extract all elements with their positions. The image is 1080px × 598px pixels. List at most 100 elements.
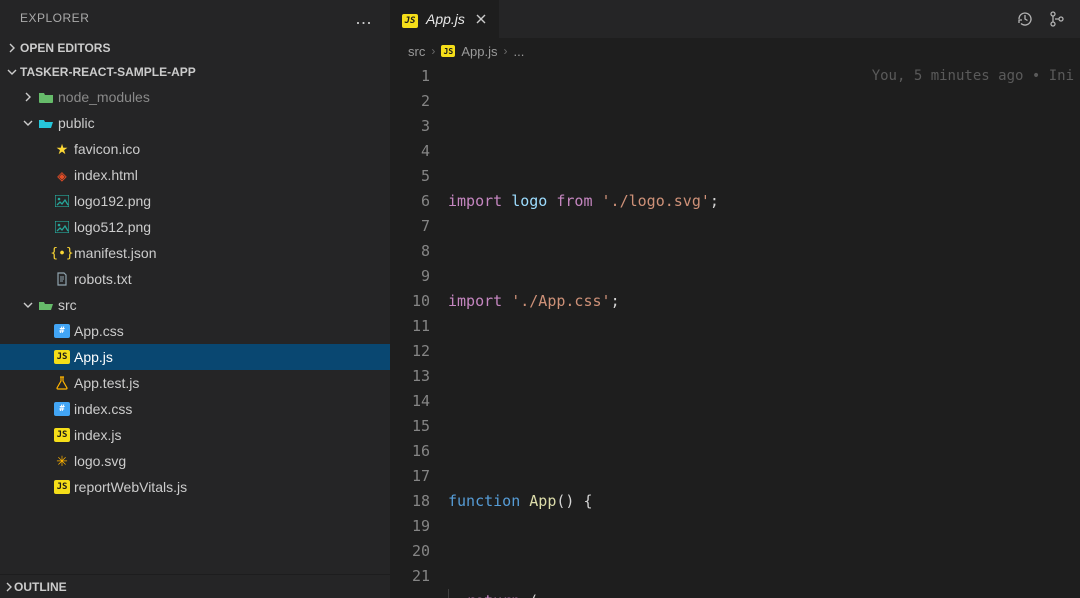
line-number: 10 xyxy=(390,289,430,314)
file-label: logo.svg xyxy=(72,453,126,469)
js-icon: JS xyxy=(441,45,455,57)
line-number: 14 xyxy=(390,389,430,414)
project-label: TASKER-REACT-SAMPLE-APP xyxy=(20,65,196,79)
file-logo192[interactable]: logo192.png xyxy=(0,188,390,214)
flask-icon xyxy=(52,376,72,390)
compare-icon[interactable] xyxy=(1048,10,1066,28)
code-line[interactable]: function App() { xyxy=(448,489,1080,514)
js-icon: JS xyxy=(52,350,72,364)
code-line[interactable]: import './App.css'; xyxy=(448,289,1080,314)
open-editors-label: OPEN EDITORS xyxy=(20,41,110,55)
file-index-css[interactable]: # index.css xyxy=(0,396,390,422)
file-label: App.js xyxy=(72,349,113,365)
git-blame-hint: You, 5 minutes ago • Ini xyxy=(872,64,1074,89)
file-app-css[interactable]: # App.css xyxy=(0,318,390,344)
js-icon: JS xyxy=(52,480,72,494)
file-label: logo192.png xyxy=(72,193,151,209)
code-editor[interactable]: 1 2 3 4 5 6 7 8 9 10 11 12 13 14 15 16 1… xyxy=(390,64,1080,598)
explorer-title-bar: EXPLORER ... xyxy=(0,0,390,36)
file-label: index.html xyxy=(72,167,138,183)
chevron-right-icon: › xyxy=(503,44,507,58)
explorer-more-icon[interactable]: ... xyxy=(349,6,378,31)
json-icon: {∙} xyxy=(52,246,72,261)
file-index-html[interactable]: ◈ index.html xyxy=(0,162,390,188)
project-section[interactable]: TASKER-REACT-SAMPLE-APP xyxy=(0,60,390,84)
line-number: 12 xyxy=(390,339,430,364)
chevron-right-icon: › xyxy=(431,44,435,58)
line-number: 3 xyxy=(390,114,430,139)
explorer-title: EXPLORER xyxy=(20,11,89,25)
breadcrumb-segment[interactable]: src xyxy=(408,44,425,59)
tab-app-js[interactable]: JS App.js xyxy=(390,0,500,38)
folder-node-modules[interactable]: node_modules xyxy=(0,84,390,110)
editor-actions xyxy=(1002,0,1080,38)
line-number: 21 xyxy=(390,564,430,589)
line-number: 19 xyxy=(390,514,430,539)
folder-src[interactable]: src xyxy=(0,292,390,318)
folder-icon xyxy=(36,90,56,104)
file-robots[interactable]: robots.txt xyxy=(0,266,390,292)
line-number: 2 xyxy=(390,89,430,114)
js-icon: JS xyxy=(52,428,72,442)
line-gutter: 1 2 3 4 5 6 7 8 9 10 11 12 13 14 15 16 1… xyxy=(390,64,448,598)
css-icon: # xyxy=(52,324,72,338)
file-label: index.js xyxy=(72,427,121,443)
chevron-down-icon xyxy=(20,300,36,310)
file-report-web-vitals[interactable]: JS reportWebVitals.js xyxy=(0,474,390,500)
file-tree: node_modules public ★ favicon.ico ◈ inde… xyxy=(0,84,390,574)
file-logo512[interactable]: logo512.png xyxy=(0,214,390,240)
code-line[interactable]: return ( xyxy=(448,589,1080,598)
file-index-js[interactable]: JS index.js xyxy=(0,422,390,448)
chevron-right-icon xyxy=(20,92,36,102)
folder-open-icon xyxy=(36,298,56,312)
file-manifest[interactable]: {∙} manifest.json xyxy=(0,240,390,266)
file-label: reportWebVitals.js xyxy=(72,479,187,495)
folder-label: public xyxy=(56,115,95,131)
file-logo-svg[interactable]: ✳ logo.svg xyxy=(0,448,390,474)
breadcrumb-segment[interactable]: App.js xyxy=(461,44,497,59)
js-icon: JS xyxy=(402,10,418,28)
file-label: manifest.json xyxy=(72,245,156,261)
file-app-js[interactable]: JS App.js xyxy=(0,344,390,370)
svg-icon: ✳ xyxy=(52,453,72,470)
line-number: 7 xyxy=(390,214,430,239)
line-number: 15 xyxy=(390,414,430,439)
tabbar-spacer xyxy=(500,0,1002,38)
star-icon: ★ xyxy=(52,141,72,158)
image-icon xyxy=(52,221,72,233)
close-icon[interactable] xyxy=(473,13,489,25)
open-editors-section[interactable]: OPEN EDITORS xyxy=(0,36,390,60)
editor-area: JS App.js src › JS App.js › .. xyxy=(390,0,1080,598)
line-number: 13 xyxy=(390,364,430,389)
breadcrumb-tail[interactable]: ... xyxy=(513,44,524,59)
chevron-down-icon xyxy=(20,118,36,128)
file-label: robots.txt xyxy=(72,271,132,287)
folder-open-icon xyxy=(36,116,56,130)
text-file-icon xyxy=(52,272,72,286)
css-icon: # xyxy=(52,402,72,416)
folder-public[interactable]: public xyxy=(0,110,390,136)
code-body[interactable]: You, 5 minutes ago • Ini import logo fro… xyxy=(448,64,1080,598)
file-favicon[interactable]: ★ favicon.ico xyxy=(0,136,390,162)
line-number: 4 xyxy=(390,139,430,164)
breadcrumb[interactable]: src › JS App.js › ... xyxy=(390,38,1080,64)
file-label: logo512.png xyxy=(72,219,151,235)
line-number: 17 xyxy=(390,464,430,489)
file-label: index.css xyxy=(72,401,132,417)
image-icon xyxy=(52,195,72,207)
file-label: App.test.js xyxy=(72,375,139,391)
file-app-test[interactable]: App.test.js xyxy=(0,370,390,396)
outline-section[interactable]: OUTLINE xyxy=(0,574,390,598)
line-number: 6 xyxy=(390,189,430,214)
line-number: 18 xyxy=(390,489,430,514)
line-number: 9 xyxy=(390,264,430,289)
line-number: 16 xyxy=(390,439,430,464)
line-number: 11 xyxy=(390,314,430,339)
chevron-right-icon xyxy=(4,582,14,592)
code-line[interactable] xyxy=(448,389,1080,414)
chevron-down-icon xyxy=(4,67,20,77)
history-icon[interactable] xyxy=(1016,10,1034,28)
editor-tab-bar: JS App.js xyxy=(390,0,1080,38)
code-line[interactable]: import logo from './logo.svg'; xyxy=(448,189,1080,214)
file-label: App.css xyxy=(72,323,124,339)
